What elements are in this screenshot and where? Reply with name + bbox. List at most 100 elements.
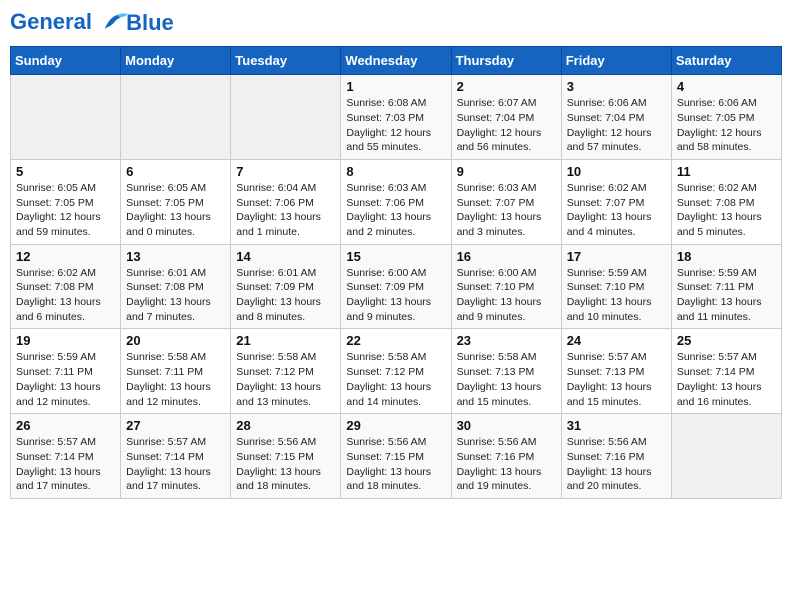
weekday-header-thursday: Thursday (451, 47, 561, 75)
day-number: 24 (567, 333, 666, 348)
weekday-header-saturday: Saturday (671, 47, 781, 75)
day-number: 14 (236, 249, 335, 264)
day-info: Sunrise: 5:56 AMSunset: 7:15 PMDaylight:… (346, 435, 445, 494)
logo-bird-icon (100, 8, 128, 36)
calendar-week-4: 19 Sunrise: 5:59 AMSunset: 7:11 PMDayligh… (11, 329, 782, 414)
day-number: 23 (457, 333, 556, 348)
calendar-cell (11, 75, 121, 160)
calendar-cell (231, 75, 341, 160)
day-number: 8 (346, 164, 445, 179)
calendar-header-row: SundayMondayTuesdayWednesdayThursdayFrid… (11, 47, 782, 75)
day-info: Sunrise: 5:58 AMSunset: 7:12 PMDaylight:… (236, 350, 335, 409)
day-info: Sunrise: 5:56 AMSunset: 7:15 PMDaylight:… (236, 435, 335, 494)
day-info: Sunrise: 6:08 AMSunset: 7:03 PMDaylight:… (346, 96, 445, 155)
day-info: Sunrise: 6:00 AMSunset: 7:10 PMDaylight:… (457, 266, 556, 325)
calendar-cell: 3 Sunrise: 6:06 AMSunset: 7:04 PMDaylight… (561, 75, 671, 160)
calendar-cell: 13 Sunrise: 6:01 AMSunset: 7:08 PMDayligh… (121, 244, 231, 329)
calendar-cell: 20 Sunrise: 5:58 AMSunset: 7:11 PMDayligh… (121, 329, 231, 414)
day-number: 1 (346, 79, 445, 94)
calendar-cell: 6 Sunrise: 6:05 AMSunset: 7:05 PMDaylight… (121, 159, 231, 244)
calendar-cell: 22Sunrise: 5:58 AMSunset: 7:12 PMDayligh… (341, 329, 451, 414)
day-info: Sunrise: 6:00 AMSunset: 7:09 PMDaylight:… (346, 266, 445, 325)
day-number: 18 (677, 249, 776, 264)
day-number: 10 (567, 164, 666, 179)
calendar-cell: 30 Sunrise: 5:56 AMSunset: 7:16 PMDayligh… (451, 414, 561, 499)
day-info: Sunrise: 5:57 AMSunset: 7:14 PMDaylight:… (16, 435, 115, 494)
day-info: Sunrise: 6:02 AMSunset: 7:08 PMDaylight:… (677, 181, 776, 240)
calendar-body: 1 Sunrise: 6:08 AMSunset: 7:03 PMDaylight… (11, 75, 782, 499)
day-info: Sunrise: 6:02 AMSunset: 7:07 PMDaylight:… (567, 181, 666, 240)
day-info: Sunrise: 6:01 AMSunset: 7:08 PMDaylight:… (126, 266, 225, 325)
day-info: Sunrise: 6:02 AMSunset: 7:08 PMDaylight:… (16, 266, 115, 325)
calendar-cell: 8Sunrise: 6:03 AMSunset: 7:06 PMDaylight… (341, 159, 451, 244)
day-info: Sunrise: 5:59 AMSunset: 7:10 PMDaylight:… (567, 266, 666, 325)
calendar-cell: 28 Sunrise: 5:56 AMSunset: 7:15 PMDayligh… (231, 414, 341, 499)
day-number: 3 (567, 79, 666, 94)
weekday-header-monday: Monday (121, 47, 231, 75)
calendar-cell: 16 Sunrise: 6:00 AMSunset: 7:10 PMDayligh… (451, 244, 561, 329)
day-number: 7 (236, 164, 335, 179)
day-info: Sunrise: 5:57 AMSunset: 7:13 PMDaylight:… (567, 350, 666, 409)
day-number: 28 (236, 418, 335, 433)
logo: General Blue (10, 10, 174, 36)
day-info: Sunrise: 6:05 AMSunset: 7:05 PMDaylight:… (16, 181, 115, 240)
day-number: 11 (677, 164, 776, 179)
day-info: Sunrise: 5:57 AMSunset: 7:14 PMDaylight:… (677, 350, 776, 409)
day-number: 16 (457, 249, 556, 264)
calendar-cell: 18Sunrise: 5:59 AMSunset: 7:11 PMDayligh… (671, 244, 781, 329)
calendar-cell: 12Sunrise: 6:02 AMSunset: 7:08 PMDayligh… (11, 244, 121, 329)
day-number: 30 (457, 418, 556, 433)
day-info: Sunrise: 6:03 AMSunset: 7:07 PMDaylight:… (457, 181, 556, 240)
calendar-cell: 14 Sunrise: 6:01 AMSunset: 7:09 PMDayligh… (231, 244, 341, 329)
day-number: 6 (126, 164, 225, 179)
page-header: General Blue (10, 10, 782, 36)
day-info: Sunrise: 5:56 AMSunset: 7:16 PMDaylight:… (457, 435, 556, 494)
day-number: 20 (126, 333, 225, 348)
day-number: 27 (126, 418, 225, 433)
calendar-cell: 10 Sunrise: 6:02 AMSunset: 7:07 PMDayligh… (561, 159, 671, 244)
calendar-cell: 4 Sunrise: 6:06 AMSunset: 7:05 PMDaylight… (671, 75, 781, 160)
day-info: Sunrise: 6:05 AMSunset: 7:05 PMDaylight:… (126, 181, 225, 240)
calendar-cell (121, 75, 231, 160)
calendar-cell: 9Sunrise: 6:03 AMSunset: 7:07 PMDaylight… (451, 159, 561, 244)
day-info: Sunrise: 5:59 AMSunset: 7:11 PMDaylight:… (16, 350, 115, 409)
day-info: Sunrise: 5:57 AMSunset: 7:14 PMDaylight:… (126, 435, 225, 494)
day-info: Sunrise: 6:06 AMSunset: 7:04 PMDaylight:… (567, 96, 666, 155)
calendar-cell: 17Sunrise: 5:59 AMSunset: 7:10 PMDayligh… (561, 244, 671, 329)
weekday-header-friday: Friday (561, 47, 671, 75)
calendar-cell: 1 Sunrise: 6:08 AMSunset: 7:03 PMDaylight… (341, 75, 451, 160)
day-info: Sunrise: 5:58 AMSunset: 7:11 PMDaylight:… (126, 350, 225, 409)
calendar-cell: 29 Sunrise: 5:56 AMSunset: 7:15 PMDayligh… (341, 414, 451, 499)
logo-text: General (10, 10, 128, 36)
day-number: 5 (16, 164, 115, 179)
day-number: 13 (126, 249, 225, 264)
calendar-cell: 23 Sunrise: 5:58 AMSunset: 7:13 PMDayligh… (451, 329, 561, 414)
logo-blue: Blue (126, 11, 174, 35)
day-number: 29 (346, 418, 445, 433)
day-info: Sunrise: 5:58 AMSunset: 7:13 PMDaylight:… (457, 350, 556, 409)
weekday-header-sunday: Sunday (11, 47, 121, 75)
calendar-week-3: 12Sunrise: 6:02 AMSunset: 7:08 PMDayligh… (11, 244, 782, 329)
day-number: 25 (677, 333, 776, 348)
day-info: Sunrise: 6:06 AMSunset: 7:05 PMDaylight:… (677, 96, 776, 155)
calendar-cell: 11 Sunrise: 6:02 AMSunset: 7:08 PMDayligh… (671, 159, 781, 244)
day-number: 4 (677, 79, 776, 94)
calendar-cell: 15Sunrise: 6:00 AMSunset: 7:09 PMDayligh… (341, 244, 451, 329)
day-info: Sunrise: 6:07 AMSunset: 7:04 PMDaylight:… (457, 96, 556, 155)
calendar-cell: 25 Sunrise: 5:57 AMSunset: 7:14 PMDayligh… (671, 329, 781, 414)
calendar-table: SundayMondayTuesdayWednesdayThursdayFrid… (10, 46, 782, 499)
day-number: 2 (457, 79, 556, 94)
calendar-cell: 5 Sunrise: 6:05 AMSunset: 7:05 PMDaylight… (11, 159, 121, 244)
day-number: 21 (236, 333, 335, 348)
calendar-cell: 21 Sunrise: 5:58 AMSunset: 7:12 PMDayligh… (231, 329, 341, 414)
calendar-cell: 7Sunrise: 6:04 AMSunset: 7:06 PMDaylight… (231, 159, 341, 244)
calendar-week-1: 1 Sunrise: 6:08 AMSunset: 7:03 PMDaylight… (11, 75, 782, 160)
day-info: Sunrise: 5:56 AMSunset: 7:16 PMDaylight:… (567, 435, 666, 494)
calendar-cell: 19 Sunrise: 5:59 AMSunset: 7:11 PMDayligh… (11, 329, 121, 414)
day-number: 22 (346, 333, 445, 348)
day-number: 19 (16, 333, 115, 348)
day-info: Sunrise: 6:01 AMSunset: 7:09 PMDaylight:… (236, 266, 335, 325)
calendar-cell: 2 Sunrise: 6:07 AMSunset: 7:04 PMDaylight… (451, 75, 561, 160)
calendar-cell (671, 414, 781, 499)
calendar-week-2: 5 Sunrise: 6:05 AMSunset: 7:05 PMDaylight… (11, 159, 782, 244)
